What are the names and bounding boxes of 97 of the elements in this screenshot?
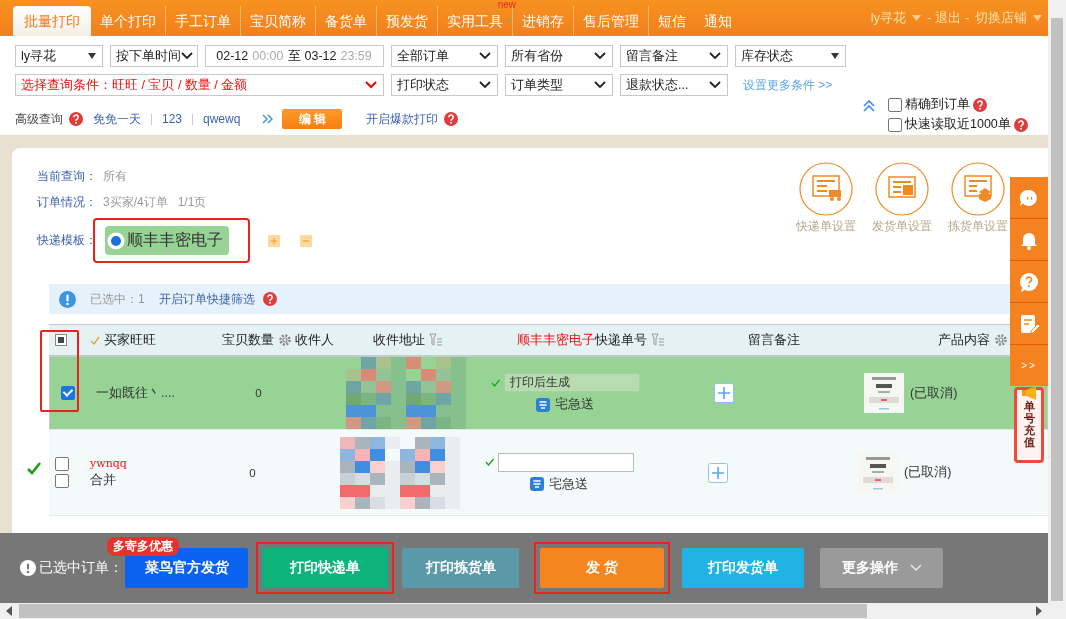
add-icon[interactable] xyxy=(708,462,728,483)
preset-link[interactable]: 免免一天 xyxy=(89,110,145,128)
chevron-down-icon xyxy=(479,52,491,60)
row-checkbox[interactable] xyxy=(61,386,75,400)
field-label: 当前查询： xyxy=(37,168,97,185)
dropdown[interactable]: 打印状态 xyxy=(391,74,498,96)
help-icon[interactable] xyxy=(1013,117,1028,132)
column-header[interactable]: 收件人 xyxy=(295,331,334,349)
recharge-badge[interactable]: 单号充值 xyxy=(1014,387,1044,463)
checkbox[interactable] xyxy=(888,97,902,112)
gear-icon[interactable] xyxy=(278,333,292,347)
order-status: (已取消) xyxy=(904,464,952,481)
info-icon xyxy=(59,290,76,308)
field-label: 快递模板： xyxy=(37,232,97,249)
buyer-name: ywnqq xyxy=(90,456,127,470)
checkbox-label: 精确到订单 xyxy=(905,96,970,113)
checkbox-label: 快速读取近1000单 xyxy=(905,116,1011,133)
hot-print-link[interactable]: 开启爆款打印 xyxy=(366,110,439,128)
help-icon[interactable] xyxy=(262,292,277,306)
preset-link[interactable]: 123 xyxy=(158,112,187,126)
dropdown[interactable]: 全部订单 xyxy=(391,45,498,67)
gear-icon[interactable] xyxy=(994,333,1008,347)
collapse-icon[interactable] xyxy=(862,99,876,113)
courier-service[interactable]: 宅急送 xyxy=(555,396,594,413)
edit-note-icon[interactable] xyxy=(1018,312,1040,335)
chevron-down-icon xyxy=(909,564,922,572)
dropdown[interactable]: 库存状态 xyxy=(735,45,846,67)
tracking-field[interactable] xyxy=(498,452,634,472)
order-status: (已取消) xyxy=(910,384,958,402)
chevron-down-icon xyxy=(479,81,491,89)
field-value: 3买家/4订单 1/1页 xyxy=(103,194,207,211)
checkbox[interactable] xyxy=(888,117,902,132)
courier-service[interactable]: 宅急送 xyxy=(549,475,588,493)
chevron-down-icon xyxy=(365,81,377,89)
selected-orders-label: 已选中订单： xyxy=(39,559,123,577)
help-chat-icon[interactable] xyxy=(1018,270,1040,293)
chevron-down-icon xyxy=(709,81,721,89)
megaphone-icon xyxy=(1022,386,1036,400)
preset-link[interactable]: qwewq xyxy=(199,112,245,126)
dropdown[interactable]: 退款状态... xyxy=(620,74,728,96)
add-icon[interactable] xyxy=(268,234,280,247)
checkmark-icon xyxy=(90,335,100,345)
quantity-cell: 0 xyxy=(249,466,256,479)
filter-icon[interactable] xyxy=(429,333,443,347)
chevron-down-icon xyxy=(181,52,193,60)
chevron-down-icon xyxy=(594,52,606,60)
add-icon[interactable] xyxy=(714,383,734,403)
form-icon[interactable] xyxy=(875,162,929,216)
column-header[interactable]: 留言备注 xyxy=(748,331,800,349)
caret-down-icon xyxy=(912,15,922,21)
dropdown[interactable]: 订单类型 xyxy=(505,74,613,96)
dropdown[interactable]: ly寻花 xyxy=(15,45,103,67)
field-label: 订单情况： xyxy=(37,194,97,211)
scroll-right-icon xyxy=(1034,606,1042,616)
dropdown[interactable]: 所有省份 xyxy=(505,45,613,67)
dropdown[interactable]: 留言备注 xyxy=(620,45,728,67)
checkmark-icon xyxy=(485,458,494,466)
help-icon[interactable] xyxy=(973,97,987,112)
caret-down-icon xyxy=(88,53,96,59)
help-icon[interactable] xyxy=(69,112,83,126)
column-header[interactable]: 买家旺旺 xyxy=(104,331,156,349)
advanced-query-label: 高级查询 xyxy=(15,110,63,128)
tracking-field: 打印后生成 xyxy=(504,373,640,392)
quantity-cell: 0 xyxy=(255,387,262,399)
date-range-field[interactable]: 02-12 00:00 至 03-12 23:59 xyxy=(205,45,384,67)
buyer-name: 一如既往丶.... xyxy=(96,384,175,402)
column-header[interactable]: 宝贝数量 xyxy=(222,331,274,349)
template-option[interactable]: 顺丰丰密电子 xyxy=(105,226,229,255)
merge-checkbox[interactable] xyxy=(55,474,69,488)
horizontal-scrollbar[interactable] xyxy=(0,603,1048,619)
help-icon[interactable] xyxy=(444,112,459,126)
checkmark-icon xyxy=(491,378,500,387)
chevron-down-icon xyxy=(594,81,606,89)
row-checkbox[interactable] xyxy=(55,457,69,471)
alert-icon xyxy=(20,560,36,576)
promo-badge: 多寄多优惠 xyxy=(107,537,179,556)
selected-count: 已选中：1 xyxy=(90,290,145,308)
column-header[interactable]: 产品内容 xyxy=(938,331,990,349)
remove-icon[interactable] xyxy=(300,234,312,247)
merge-label: 合并 xyxy=(90,471,116,489)
dropdown[interactable]: 按下单时间 xyxy=(110,45,198,67)
double-chevron-icon[interactable] xyxy=(262,114,275,124)
caret-down-icon xyxy=(831,53,839,59)
scroll-left-icon xyxy=(6,606,14,616)
column-header[interactable]: 收件地址 xyxy=(373,331,425,349)
form-box-icon[interactable] xyxy=(951,162,1005,216)
column-header[interactable]: 顺丰丰密电子快递单号 xyxy=(517,331,647,349)
vertical-scrollbar[interactable] xyxy=(1048,0,1066,619)
form-truck-icon[interactable] xyxy=(799,162,853,216)
chevron-down-icon xyxy=(709,52,721,60)
action-button[interactable]: 打印拣货单 xyxy=(402,548,519,588)
filter-icon[interactable] xyxy=(651,333,665,347)
select-all-checkbox[interactable] xyxy=(55,334,67,346)
quick-filter-link[interactable]: 开启订单快捷筛选 xyxy=(158,290,255,308)
field-value: 所有 xyxy=(103,168,127,185)
condition-dropdown[interactable]: 选择查询条件：旺旺 / 宝贝 / 数量 / 金额 xyxy=(15,74,384,96)
caret-down-icon xyxy=(1033,15,1042,21)
